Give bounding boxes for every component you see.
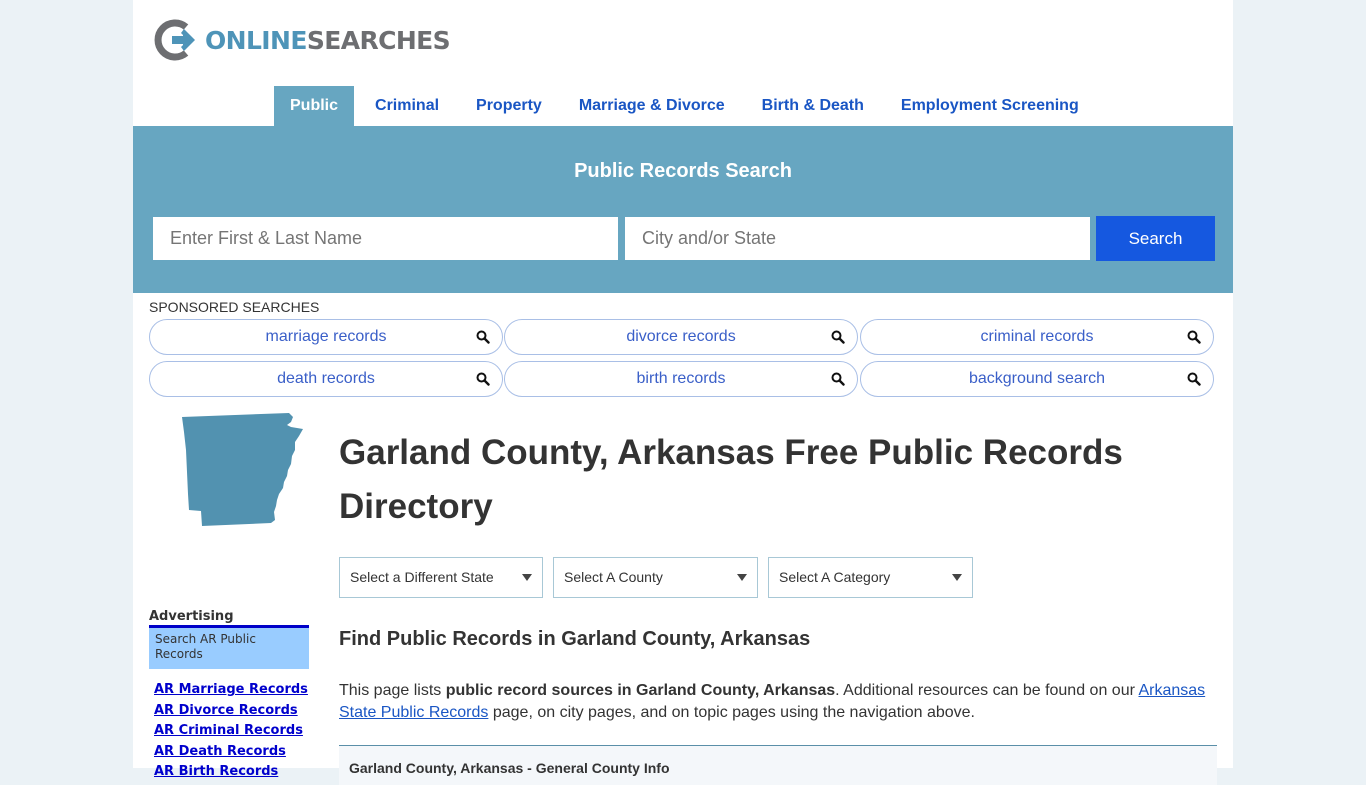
site-logo[interactable]: ONLINESEARCHES — [153, 18, 451, 62]
county-select-value: Select A County — [564, 569, 663, 585]
search-icon — [476, 330, 490, 344]
location-search-input[interactable] — [625, 217, 1090, 260]
sponsored-search-marriage-records[interactable]: marriage records — [149, 319, 503, 355]
sponsored-search-death-records[interactable]: death records — [149, 361, 503, 397]
category-select-value: Select A Category — [779, 569, 891, 585]
search-panel: Public Records Search Search — [133, 126, 1233, 293]
state-select-value: Select a Different State — [350, 569, 494, 585]
nav-item-birth-death[interactable]: Birth & Death — [746, 86, 880, 126]
search-icon — [476, 372, 490, 386]
sponsored-search-birth-records[interactable]: birth records — [504, 361, 858, 397]
search-icon — [1187, 330, 1201, 344]
county-info-box: Garland County, Arkansas - General Count… — [339, 745, 1217, 785]
state-select[interactable]: Select a Different State — [339, 557, 543, 598]
chevron-down-icon — [522, 574, 532, 581]
ad-link-marriage-records[interactable]: AR Marriage Records — [154, 680, 308, 701]
sponsored-search-background-search[interactable]: background search — [860, 361, 1214, 397]
intro-text: This page lists — [339, 682, 446, 699]
intro-text: . Additional resources can be found on o… — [835, 682, 1139, 699]
page-title: Garland County, Arkansas Free Public Rec… — [339, 433, 1123, 526]
chevron-down-icon — [737, 574, 747, 581]
nav-item-property[interactable]: Property — [460, 86, 558, 126]
intro-paragraph: This page lists public record sources in… — [339, 680, 1219, 724]
logo-arrow-icon — [154, 19, 195, 61]
search-icon — [831, 330, 845, 344]
advertising-box: Search AR Public Records — [149, 628, 309, 669]
ad-link-death-records[interactable]: AR Death Records — [154, 742, 308, 763]
nav-item-marriage-divorce[interactable]: Marriage & Divorce — [563, 86, 741, 126]
ad-link-birth-records[interactable]: AR Birth Records — [154, 762, 308, 783]
logo-text-searches: SEARCHES — [306, 25, 451, 55]
county-info-title: Garland County, Arkansas - General Count… — [349, 760, 670, 776]
name-search-input[interactable] — [153, 217, 618, 260]
county-select[interactable]: Select A County — [553, 557, 758, 598]
ad-link-divorce-records[interactable]: AR Divorce Records — [154, 701, 308, 722]
sponsored-search-label: birth records — [636, 370, 726, 387]
category-select[interactable]: Select A Category — [768, 557, 973, 598]
nav-item-public[interactable]: Public — [274, 86, 355, 126]
search-panel-title: Public Records Search — [574, 160, 792, 182]
section-title: Find Public Records in Garland County, A… — [339, 628, 811, 650]
logo-text-online: ONLINE — [205, 25, 307, 55]
arkansas-state-map-icon — [182, 413, 303, 526]
page-container: ONLINESEARCHES Public Criminal Property … — [133, 0, 1233, 785]
sponsored-search-label: marriage records — [265, 328, 387, 345]
nav-item-employment-screening[interactable]: Employment Screening — [885, 86, 1095, 126]
advertising-label: Advertising — [149, 609, 234, 624]
intro-bold-text: public record sources in Garland County,… — [445, 682, 836, 699]
sponsored-search-label: criminal records — [980, 328, 1094, 345]
search-icon — [1187, 372, 1201, 386]
sponsored-search-divorce-records[interactable]: divorce records — [504, 319, 858, 355]
sponsored-search-criminal-records[interactable]: criminal records — [860, 319, 1214, 355]
sponsored-search-label: background search — [968, 370, 1106, 387]
sponsored-search-label: divorce records — [626, 328, 736, 345]
search-icon — [831, 372, 845, 386]
search-button[interactable]: Search — [1096, 216, 1215, 261]
chevron-down-icon — [952, 574, 962, 581]
advertising-links: AR Marriage Records AR Divorce Records A… — [154, 680, 308, 783]
main-nav: Public Criminal Property Marriage & Divo… — [274, 86, 1100, 126]
intro-text: page, on city pages, and on topic pages … — [488, 704, 975, 721]
ad-link-criminal-records[interactable]: AR Criminal Records — [154, 721, 308, 742]
sponsored-searches-label: SPONSORED SEARCHES — [149, 299, 320, 315]
sponsored-search-label: death records — [277, 370, 375, 387]
nav-item-criminal[interactable]: Criminal — [359, 86, 455, 126]
